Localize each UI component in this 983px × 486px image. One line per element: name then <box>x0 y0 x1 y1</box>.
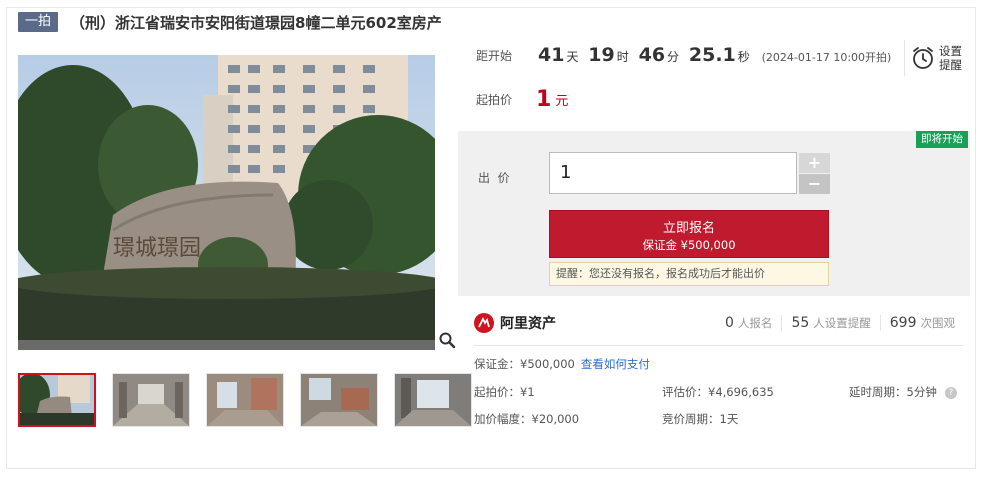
deposit-row: 保证金：¥500,000 查看如何支付 <box>474 356 650 372</box>
brand-logo[interactable]: 阿里资产 <box>474 313 556 333</box>
views-stat: 699 次围观 <box>879 315 964 331</box>
start-price-label: 起拍价 <box>476 92 513 107</box>
thumbnail-4[interactable] <box>300 373 378 427</box>
auction-info: 距开始 41 天 19 时 46 分 25.1 秒 (2024-01-17 10:00开… <box>458 37 968 119</box>
magnifier-icon[interactable] <box>438 331 456 349</box>
thumbnail-strip <box>18 373 472 427</box>
decrease-bid-button[interactable]: − <box>799 174 830 194</box>
detail-appraisal: 评估价：¥4,696,635 <box>662 385 774 399</box>
countdown-hours-unit: 时 <box>616 50 629 64</box>
countdown: 41 天 19 时 46 分 25.1 秒 (2024-01-17 10:00开拍) <box>536 44 891 66</box>
views-count: 699 <box>889 315 917 331</box>
reminder-line1: 设置 <box>939 44 962 58</box>
countdown-seconds: 25.1 <box>688 44 736 66</box>
alarm-clock-icon <box>913 47 933 69</box>
reminders-label: 人设置提醒 <box>813 316 871 330</box>
bid-panel: 即将开始 出 价 1 + − 立即报名 保证金 ¥500,000 提醒：您还没有… <box>458 131 970 296</box>
countdown-days-unit: 天 <box>566 50 579 64</box>
detail-delay: 延时周期：5分钟? <box>849 384 957 400</box>
detail-delay-text: 延时周期：5分钟 <box>849 385 937 399</box>
signup-deposit: 保证金 ¥500,000 <box>642 238 736 252</box>
main-photo[interactable]: 璟城璟园 <box>18 55 435 350</box>
views-label: 次围观 <box>920 316 956 330</box>
countdown-row: 距开始 41 天 19 时 46 分 25.1 秒 (2024-01-17 10:00开… <box>458 37 968 73</box>
bid-amount-input[interactable]: 1 <box>549 152 797 194</box>
stone-inscription: 璟城璟园 <box>113 236 201 261</box>
thumbnail-5[interactable] <box>394 373 472 427</box>
round-badge: 一拍 <box>18 12 59 32</box>
start-price-unit: 元 <box>555 93 569 109</box>
status-badge: 即将开始 <box>916 131 968 148</box>
deposit-text: 保证金：¥500,000 <box>474 357 575 371</box>
countdown-label: 距开始 <box>476 48 513 63</box>
signup-label: 立即报名 <box>662 221 715 236</box>
page-title: （刑）浙江省瑞安市安阳街道璟园8幢二单元602室房产 <box>70 13 442 32</box>
detail-cycle: 竞价周期：1天 <box>662 412 739 426</box>
ali-assets-logo-icon <box>474 313 494 333</box>
divider <box>474 345 964 346</box>
title-row: 一拍 （刑）浙江省瑞安市安阳街道璟园8幢二单元602室房产 <box>18 11 442 33</box>
start-price-row: 起拍价 1 元 <box>458 79 968 119</box>
stats-counts: 0 人报名 55 人设置提醒 699 次围观 <box>716 315 964 331</box>
thumbnail-1[interactable] <box>18 373 96 427</box>
help-icon[interactable]: ? <box>944 386 957 399</box>
thumbnail-2[interactable] <box>112 373 190 427</box>
stats-bar: 阿里资产 0 人报名 55 人设置提醒 699 次围观 <box>458 305 970 341</box>
start-price-value: 1 <box>536 86 552 112</box>
detail-increment: 加价幅度：¥20,000 <box>474 412 580 426</box>
property-photo: 璟城璟园 <box>18 55 435 350</box>
increase-bid-button[interactable]: + <box>799 153 830 173</box>
set-reminder-button[interactable]: 设置 提醒 <box>904 40 966 76</box>
brand-name: 阿里资产 <box>500 316 556 332</box>
countdown-minutes-unit: 分 <box>667 50 680 64</box>
reminder-line2: 提醒 <box>939 58 962 72</box>
signup-button[interactable]: 立即报名 保证金 ¥500,000 <box>549 210 829 258</box>
countdown-days: 41 <box>538 44 565 66</box>
start-time: (2024-01-17 10:00开拍) <box>761 51 892 64</box>
detail-start-price: 起拍价：¥1 <box>474 385 535 399</box>
how-to-pay-link[interactable]: 查看如何支付 <box>581 357 650 371</box>
signups-label: 人报名 <box>737 316 773 330</box>
countdown-hours: 19 <box>588 44 615 66</box>
thumbnail-3[interactable] <box>206 373 284 427</box>
countdown-seconds-unit: 秒 <box>737 50 750 64</box>
reminders-stat: 55 人设置提醒 <box>781 315 879 331</box>
signup-tip: 提醒：您还没有报名，报名成功后才能出价 <box>549 262 829 286</box>
reminders-count: 55 <box>791 315 810 331</box>
signups-stat: 0 人报名 <box>716 315 781 331</box>
countdown-minutes: 46 <box>638 44 666 66</box>
bid-label: 出 价 <box>478 171 510 185</box>
signups-count: 0 <box>725 315 734 331</box>
